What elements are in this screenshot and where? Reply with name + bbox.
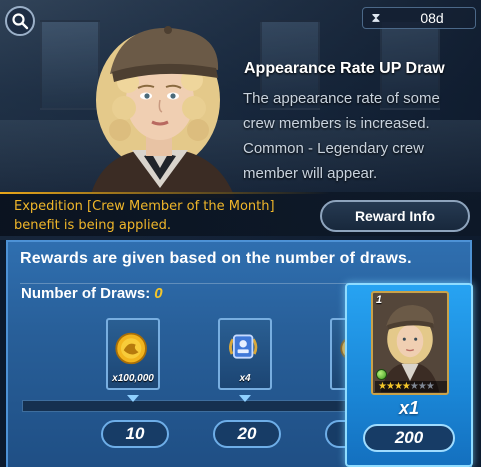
rewards-track[interactable]: x100,000 10 x4 20 [14, 312, 348, 460]
rewards-panel-title: Rewards are given based on the number of… [20, 250, 412, 267]
reward-card-badge[interactable]: x4 [218, 318, 272, 402]
star-icon: ★ [378, 381, 387, 392]
expedition-divider [0, 192, 330, 194]
reward-card-gold[interactable]: x100,000 [106, 318, 160, 402]
banner-description: The appearance rate of some crew members… [243, 90, 440, 182]
milestone-arrow [239, 395, 251, 402]
reward-quantity: x100,000 [112, 373, 154, 384]
milestone-20: 20 [213, 420, 281, 448]
star-icon: ★ [393, 381, 403, 392]
star-icon: ★ [401, 381, 411, 392]
progress-track [22, 400, 348, 412]
featured-quantity: x1 [398, 398, 420, 418]
milestone-10: 10 [101, 420, 169, 448]
reward-quantity: x4 [239, 373, 251, 384]
timer-value: 08d [420, 10, 444, 26]
milestone-200: 200 [363, 424, 455, 452]
crew-rank: 1 [376, 294, 383, 306]
expedition-notice: Expedition [Crew Member of the Month] be… [14, 199, 275, 233]
crew-card[interactable]: 1 ★★★★★★★ [371, 291, 449, 395]
search-icon [12, 13, 29, 30]
reward-info-button[interactable]: Reward Info [320, 200, 470, 232]
draws-counter: Number of Draws: 0 [21, 285, 163, 302]
rewards-panel-header: Rewards are given based on the number of… [20, 250, 468, 284]
crew-portrait [90, 26, 235, 198]
star-icon: ★ [425, 381, 435, 392]
star-icon: ★ [417, 381, 427, 392]
milestone-arrow [127, 395, 139, 402]
draws-label: Number of Draws: [21, 285, 151, 302]
featured-reward[interactable]: 1 ★★★★★★★ x1 200 [345, 283, 473, 467]
banner-title: Appearance Rate UP Draw [244, 60, 445, 77]
search-button[interactable] [5, 6, 35, 36]
draws-value: 0 [154, 285, 163, 302]
star-icon: ★ [409, 381, 419, 392]
event-timer: ⧗ 08d [362, 7, 476, 29]
star-rating: ★★★★★★★ [375, 381, 447, 392]
hourglass-icon: ⧗ [371, 10, 381, 25]
green-gem-icon [376, 369, 387, 380]
star-icon: ★ [385, 381, 395, 392]
